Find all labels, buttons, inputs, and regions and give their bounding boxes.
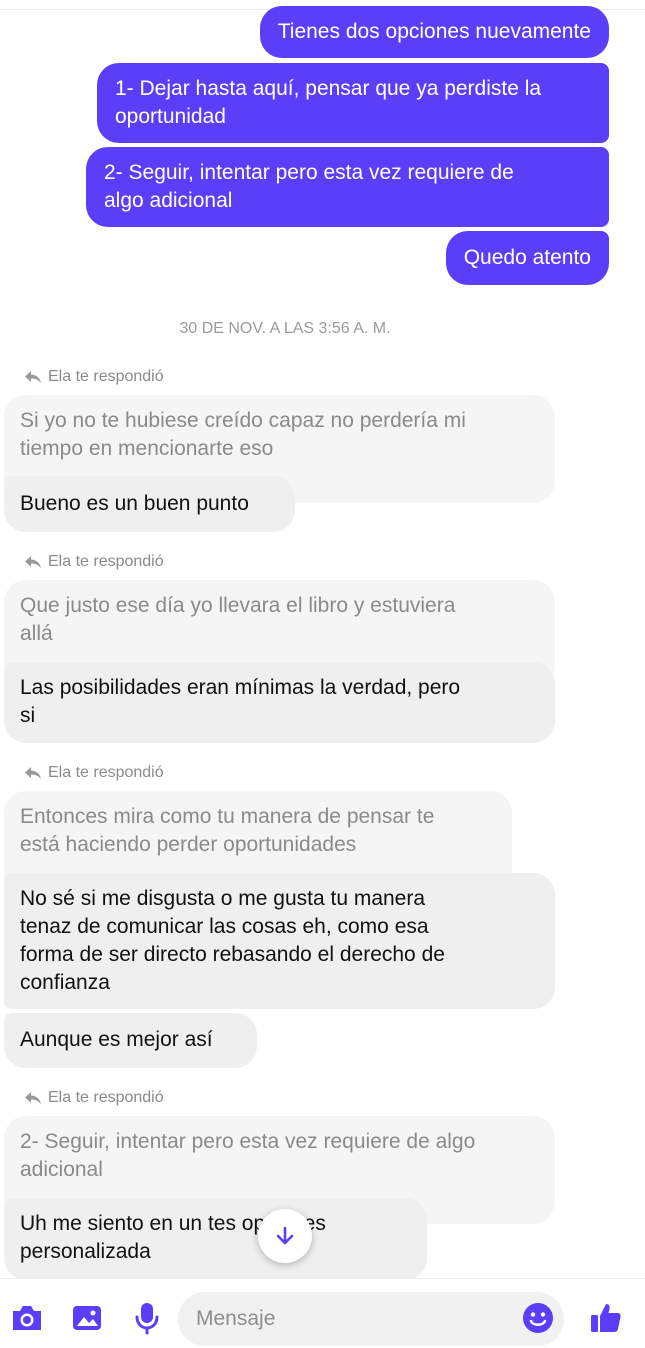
gallery-button[interactable] bbox=[70, 1301, 104, 1335]
incoming-message[interactable]: Uh me siento en un tes opciones personal… bbox=[4, 1198, 427, 1278]
incoming-message[interactable]: Aunque es mejor así bbox=[4, 1013, 257, 1068]
timestamp: 30 DE NOV. A LAS 3:56 A. M. bbox=[179, 320, 391, 337]
incoming-message[interactable]: Las posibilidades eran mínimas la verdad… bbox=[4, 662, 555, 743]
camera-icon bbox=[13, 1306, 41, 1330]
reply-indicator: Ela te respondió bbox=[24, 763, 164, 783]
outgoing-message[interactable]: 2- Seguir, intentar pero esta vez requie… bbox=[86, 147, 609, 227]
microphone-icon bbox=[135, 1303, 159, 1335]
reply-indicator: Ela te respondió bbox=[24, 367, 164, 387]
gallery-icon bbox=[73, 1306, 101, 1330]
voice-button[interactable] bbox=[130, 1301, 164, 1335]
thumbs-up-icon bbox=[591, 1304, 621, 1332]
reply-arrow-icon bbox=[25, 1092, 41, 1104]
reply-arrow-icon bbox=[25, 371, 41, 383]
reply-label-text: Ela te respondió bbox=[48, 368, 164, 385]
reply-indicator: Ela te respondió bbox=[24, 552, 164, 572]
incoming-message[interactable]: Bueno es un buen punto bbox=[4, 476, 295, 532]
emoji-button[interactable] bbox=[521, 1301, 555, 1335]
message-composer bbox=[0, 1278, 645, 1348]
incoming-message[interactable]: No sé si me disgusta o me gusta tu maner… bbox=[4, 873, 555, 1009]
reply-indicator: Ela te respondió bbox=[24, 1088, 164, 1108]
outgoing-message[interactable]: Quedo atento bbox=[445, 231, 609, 285]
emoji-icon bbox=[523, 1303, 553, 1333]
scroll-to-bottom-button[interactable] bbox=[258, 1209, 312, 1263]
reply-arrow-icon bbox=[25, 556, 41, 568]
like-button[interactable] bbox=[589, 1301, 623, 1335]
message-input[interactable] bbox=[178, 1292, 564, 1346]
reply-label-text: Ela te respondió bbox=[48, 1089, 164, 1106]
camera-button[interactable] bbox=[10, 1301, 44, 1335]
reply-arrow-icon bbox=[25, 767, 41, 779]
outgoing-message[interactable]: 1- Dejar hasta aquí, pensar que ya perdi… bbox=[97, 63, 609, 143]
reply-label-text: Ela te respondió bbox=[48, 553, 164, 570]
outgoing-message[interactable]: Tienes dos opciones nuevamente bbox=[259, 6, 609, 58]
reply-label-text: Ela te respondió bbox=[48, 764, 164, 781]
arrow-down-icon bbox=[276, 1226, 294, 1245]
message-thread[interactable]: Tienes dos opciones nuevamente 1- Dejar … bbox=[0, 0, 645, 1278]
